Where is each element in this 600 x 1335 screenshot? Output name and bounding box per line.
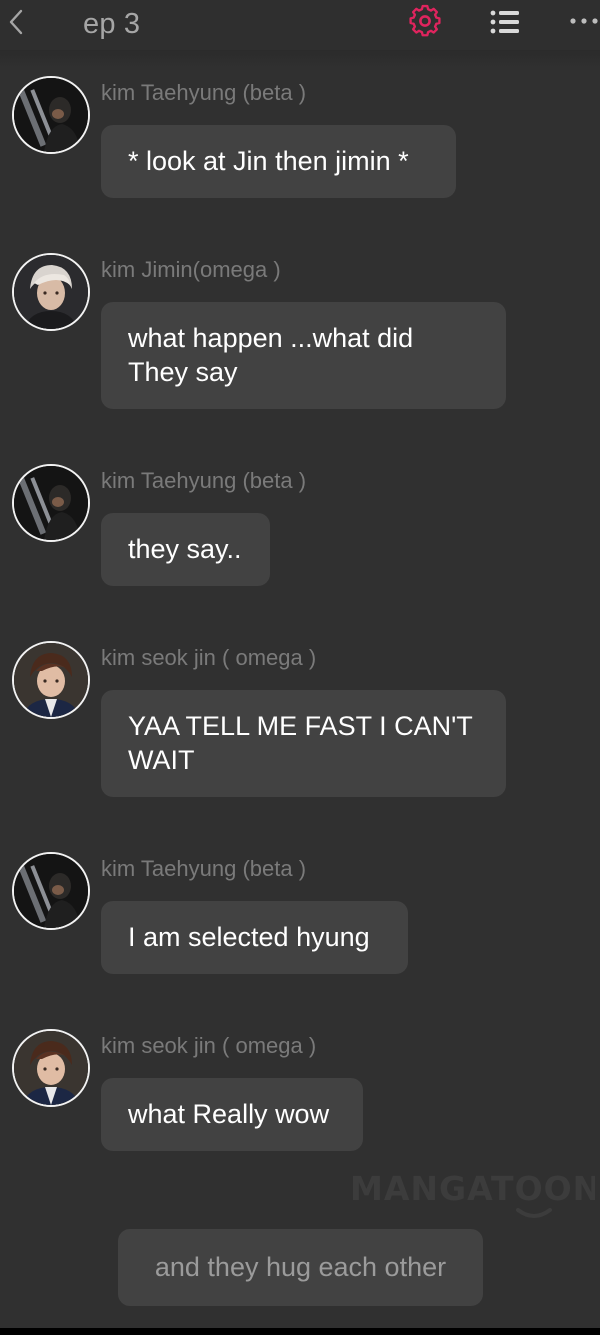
sender-name: kim Taehyung (beta ): [101, 80, 307, 105]
sender-name: kim Taehyung (beta ): [101, 856, 307, 881]
message-bubble[interactable]: YAA TELL ME FAST I CAN'T WAIT: [101, 690, 506, 797]
chevron-left-icon[interactable]: [4, 6, 28, 38]
message-bubble[interactable]: what Really wow: [101, 1078, 363, 1151]
mangatoon-watermark: MANGATOON: [350, 1166, 600, 1226]
narration-bubble[interactable]: and they hug each other: [118, 1229, 483, 1306]
bottom-edge: [0, 1328, 600, 1335]
taehyung-avatar[interactable]: [12, 76, 90, 154]
watermark-text: MANGATOON: [350, 1169, 595, 1208]
message-bubble[interactable]: they say..: [101, 513, 270, 586]
jimin-avatar[interactable]: [12, 253, 90, 331]
message-bubble[interactable]: I am selected hyung: [101, 901, 408, 974]
message-bubble[interactable]: * look at Jin then jimin *: [101, 125, 456, 198]
message-bubble[interactable]: what happen ...what did They say: [101, 302, 506, 409]
gear-icon[interactable]: [408, 4, 442, 38]
sender-name: kim Taehyung (beta ): [101, 468, 307, 493]
jin-avatar[interactable]: [12, 1029, 90, 1107]
taehyung-avatar[interactable]: [12, 464, 90, 542]
sender-name: kim Jimin(omega ): [101, 257, 281, 282]
top-bar: ep 3: [0, 0, 600, 50]
page-title: ep 3: [83, 8, 141, 40]
jin-avatar[interactable]: [12, 641, 90, 719]
taehyung-avatar[interactable]: [12, 852, 90, 930]
sender-name: kim seok jin ( omega ): [101, 645, 317, 670]
sender-name: kim seok jin ( omega ): [101, 1033, 317, 1058]
header-shadow: [0, 50, 600, 68]
list-icon[interactable]: [489, 9, 521, 35]
more-horizontal-icon[interactable]: [568, 14, 600, 26]
